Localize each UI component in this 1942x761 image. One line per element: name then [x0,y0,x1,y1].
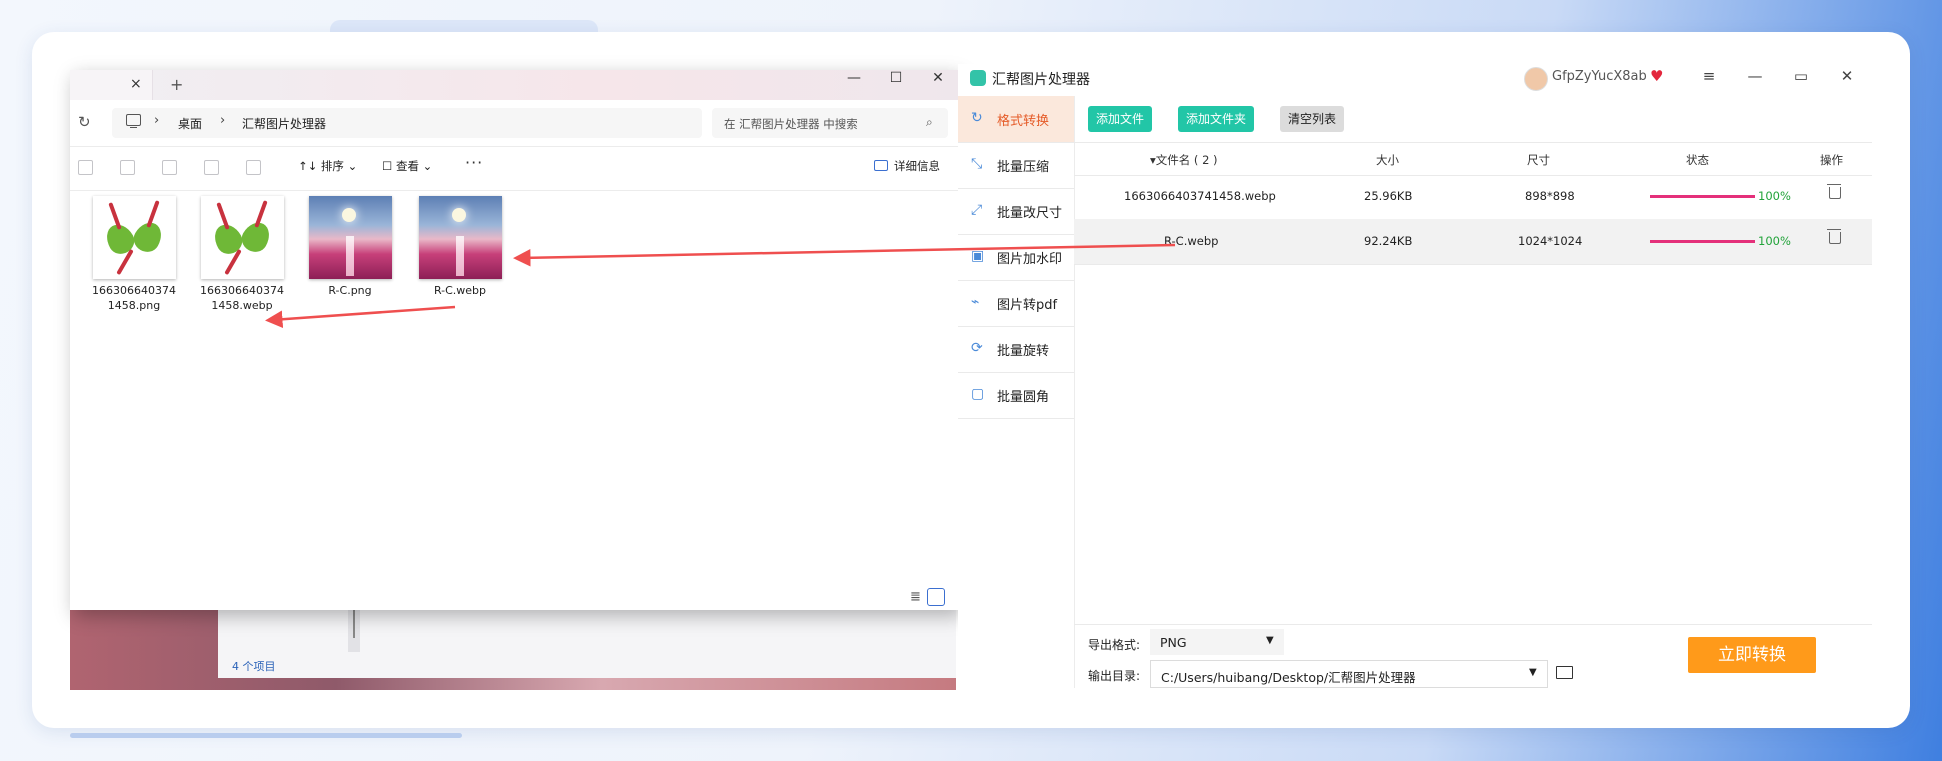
annotation-arrows [265,243,1176,328]
arrow-to-zongzi-webp [265,305,456,328]
arrow-to-rc-webp [513,243,1176,267]
